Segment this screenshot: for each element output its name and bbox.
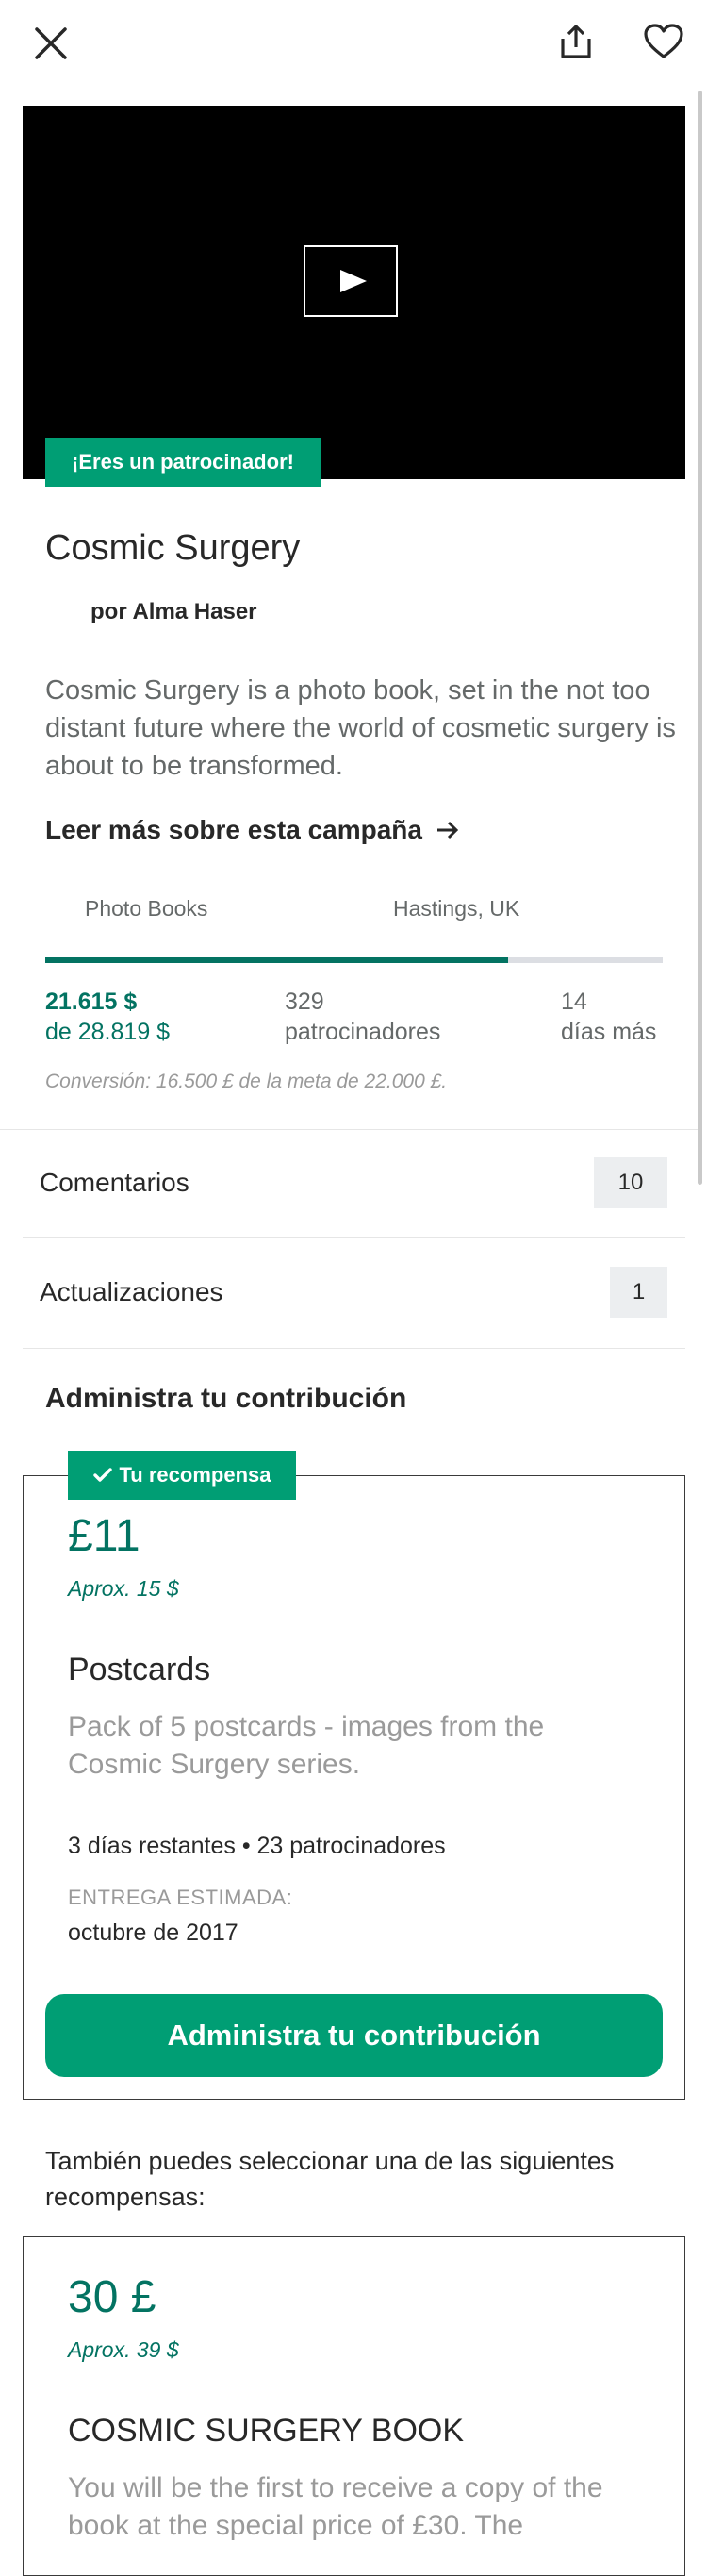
project-video[interactable] [23,106,685,479]
days-label: días más [561,1019,657,1045]
reward-title: COSMIC SURGERY BOOK [68,2413,465,2449]
your-reward-badge: Tu recompensa [68,1451,296,1500]
funding-progress-bar [45,957,663,963]
reward-approx-price: Aprox. 39 $ [68,2337,179,2362]
close-button[interactable] [32,25,70,62]
days-stat: 14 días más [561,987,656,1047]
play-button[interactable] [304,245,398,317]
comments-count-badge: 10 [594,1157,667,1208]
share-icon [561,25,591,58]
reward-price: 30 £ [68,2272,156,2322]
arrow-right-icon [436,821,459,839]
location-link[interactable]: Hastings, UK [393,896,519,922]
backers-count: 329 [285,989,324,1015]
other-rewards-intro: También puedes seleccionar una de las si… [45,2147,615,2211]
checkmark-icon [92,1468,112,1482]
backers-label: patrocinadores [285,1019,441,1045]
updates-label: Actualizaciones [40,1277,223,1306]
reward-price: £11 [68,1511,140,1561]
reward-title: Postcards [68,1652,211,1687]
manage-pledge-button[interactable]: Administra tu contribución [45,1994,663,2077]
share-button[interactable] [557,23,595,60]
comments-label: Comentarios [40,1168,189,1197]
conversion-note: Conversión: 16.500 £ de la meta de 22.00… [45,1071,448,1092]
manage-section-title: Administra tu contribución [45,1383,407,1414]
read-more-link[interactable]: Leer más sobre esta campaña [45,815,460,845]
your-reward-badge-label: Tu recompensa [119,1463,271,1487]
project-title: Cosmic Surgery [45,528,301,568]
category-link[interactable]: Photo Books [85,896,207,922]
pledged-amount: 21.615 $ [45,989,138,1015]
goal-amount: de 28.819 $ [45,1019,171,1045]
updates-row[interactable]: Actualizaciones 1 [23,1238,685,1347]
pledged-stat: 21.615 $ de 28.819 $ [45,987,170,1047]
funding-progress-fill [45,957,509,963]
reward-description: Pack of 5 postcards - images from the Co… [68,1711,545,1780]
backers-stat: 329 patrocinadores [285,987,440,1047]
updates-count-badge: 1 [610,1267,667,1318]
favorite-button[interactable] [643,23,684,60]
heart-icon [644,24,683,58]
days-count: 14 [561,989,587,1015]
comments-row[interactable]: Comentarios 10 [23,1130,685,1236]
scrollbar[interactable] [698,91,702,1185]
divider [23,1348,685,1349]
reward-approx-price: Aprox. 15 $ [68,1576,179,1601]
project-blurb: Cosmic Surgery is a photo book, set in t… [45,675,676,781]
estimated-delivery-value: octubre de 2017 [68,1920,238,1946]
creator-byline[interactable]: por Alma Haser [90,599,257,625]
read-more-label: Leer más sobre esta campaña [45,815,422,844]
reward-card[interactable]: 30 £ Aprox. 39 $ COSMIC SURGERY BOOK You… [23,2236,685,2576]
play-icon [340,270,367,292]
backer-badge: ¡Eres un patrocinador! [45,438,321,487]
close-icon [35,27,67,59]
reward-description: You will be the first to receive a copy … [68,2472,603,2541]
reward-remaining-info: 3 días restantes • 23 patrocinadores [68,1833,446,1859]
estimated-delivery-label: ENTREGA ESTIMADA: [68,1886,293,1909]
